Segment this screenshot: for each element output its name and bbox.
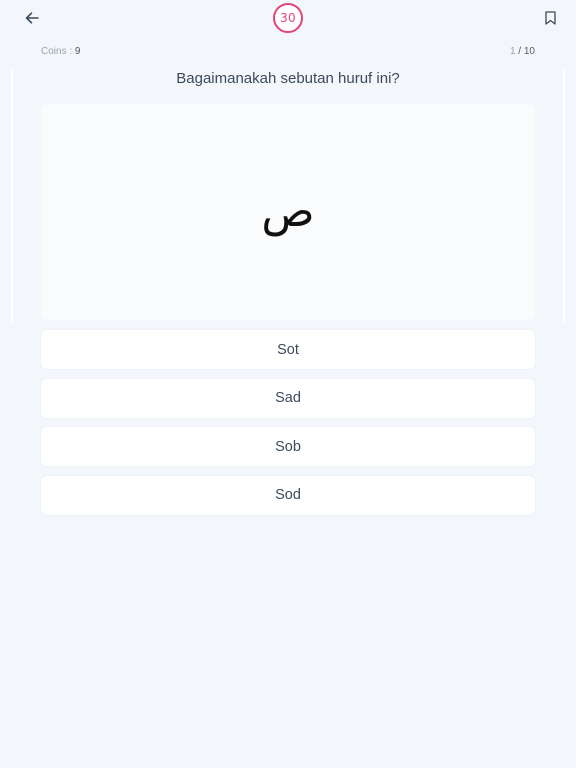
answer-option-4[interactable]: Sod (41, 475, 535, 515)
answer-option-2[interactable]: Sad (41, 378, 535, 418)
answer-option-1[interactable]: Sot (41, 330, 535, 369)
arrow-left-icon (25, 12, 39, 24)
countdown-timer: 30 (273, 3, 303, 33)
coins-counter: Coins : 9 (41, 46, 80, 57)
answer-option-3[interactable]: Sob (41, 427, 535, 466)
answer-options: Sot Sad Sob Sod (41, 330, 535, 524)
question-text: Bagaimanakah sebutan huruf ini? (176, 70, 400, 87)
question-progress: 1 / 10 (510, 46, 535, 57)
back-button[interactable] (22, 8, 42, 28)
progress-separator: / (515, 46, 524, 57)
right-edge-line (563, 70, 565, 322)
arabic-letter: ص (261, 186, 315, 237)
letter-card: ص (41, 104, 535, 320)
bookmark-button[interactable] (541, 9, 559, 27)
left-edge-line (11, 70, 13, 322)
bookmark-icon (544, 11, 556, 25)
coins-value: 9 (74, 46, 81, 57)
coins-label: Coins : (41, 46, 75, 57)
quiz-meta-row: Coins : 9 1 / 10 (41, 46, 535, 60)
total-questions: 10 (523, 46, 535, 57)
top-bar: 30 (0, 0, 576, 36)
